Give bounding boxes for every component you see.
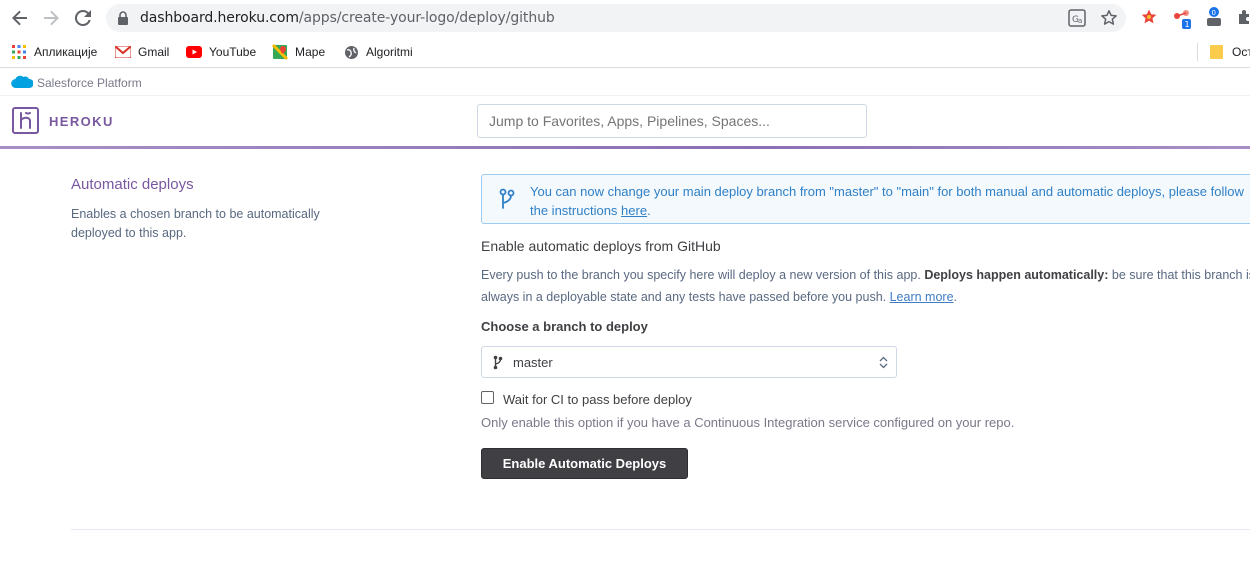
heroku-search-input[interactable]	[477, 104, 867, 138]
bookmark-label: Algoritmi	[366, 45, 413, 59]
salesforce-label: Salesforce Platform	[37, 76, 142, 90]
back-icon[interactable]	[8, 6, 32, 30]
section-description: Enables a chosen branch to be automatica…	[71, 207, 320, 240]
extension-profile-icon[interactable]: 0	[1204, 6, 1224, 26]
bookmark-maps[interactable]: Маре	[272, 42, 325, 62]
wait-for-ci-hint: Only enable this option if you have a Co…	[481, 415, 1015, 430]
maps-icon	[272, 44, 288, 60]
branch-select-value: master	[513, 355, 553, 370]
globe-icon	[343, 44, 359, 60]
bookmark-other[interactable]: Ост	[1209, 42, 1250, 62]
extension-share-icon[interactable]: 1	[1172, 8, 1192, 29]
forward-icon[interactable]	[39, 6, 63, 30]
bookmark-label: Ост	[1232, 45, 1250, 59]
bookmark-label: Апликације	[34, 45, 98, 59]
bookmark-algoritmi[interactable]: Algoritmi	[343, 42, 413, 62]
chevron-updown-icon	[879, 356, 888, 374]
enable-description: Every push to the branch you specify her…	[481, 268, 1250, 304]
lock-icon	[117, 11, 129, 30]
info-notice: You can now change your main deploy bran…	[481, 174, 1250, 224]
wait-for-ci-checkbox[interactable]	[481, 391, 494, 404]
svg-text:a: a	[1078, 17, 1082, 25]
svg-text:1: 1	[1185, 20, 1190, 29]
branch-select[interactable]: master	[481, 346, 897, 378]
address-bar[interactable]: dashboard.heroku.com/apps/create-your-lo…	[106, 4, 1126, 32]
section-divider	[71, 529, 1250, 530]
git-branch-icon	[493, 355, 503, 375]
extensions-puzzle-icon[interactable]	[1236, 8, 1250, 28]
reload-icon[interactable]	[71, 6, 95, 30]
bookmark-gmail[interactable]: Gmail	[115, 42, 169, 62]
bookmark-label: Маре	[295, 45, 326, 59]
youtube-icon	[186, 44, 202, 60]
git-branch-icon	[499, 188, 515, 215]
enable-automatic-deploys-button[interactable]: Enable Automatic Deploys	[481, 448, 688, 479]
section-title: Automatic deploys	[71, 176, 194, 193]
notice-text: You can now change your main deploy bran…	[530, 184, 1244, 218]
bookmark-apps[interactable]: Апликације	[11, 42, 97, 62]
folder-icon	[1209, 44, 1225, 60]
heroku-header: HEROKU	[0, 96, 1250, 148]
url-text[interactable]: dashboard.heroku.com/apps/create-your-lo…	[140, 10, 555, 26]
notice-here-link[interactable]: here	[621, 203, 647, 218]
header-accent-rule	[0, 146, 1250, 149]
extension-star-icon[interactable]	[1140, 8, 1160, 28]
browser-toolbar: dashboard.heroku.com/apps/create-your-lo…	[0, 0, 1250, 36]
salesforce-cloud-icon	[11, 74, 34, 94]
translate-icon[interactable]: Ga	[1068, 9, 1086, 27]
bookmarks-separator	[1197, 43, 1198, 61]
gmail-icon	[115, 44, 131, 60]
bookmark-star-icon[interactable]	[1100, 9, 1118, 27]
enable-title: Enable automatic deploys from GitHub	[481, 238, 721, 254]
learn-more-link[interactable]: Learn more	[890, 290, 954, 304]
heroku-logo-icon[interactable]	[12, 107, 39, 134]
wait-for-ci-label[interactable]: Wait for CI to pass before deploy	[503, 392, 692, 407]
apps-grid-icon	[11, 44, 27, 60]
branch-label: Choose a branch to deploy	[481, 319, 648, 334]
bookmark-label: YouTube	[209, 45, 257, 59]
bookmark-youtube[interactable]: YouTube	[186, 42, 256, 62]
heroku-wordmark[interactable]: HEROKU	[49, 114, 114, 129]
salesforce-bar: Salesforce Platform	[0, 69, 1250, 96]
bookmark-label: Gmail	[138, 45, 170, 59]
bookmarks-bar: Апликације Gmail YouTube Маре Algoritmi …	[0, 36, 1250, 68]
svg-text:0: 0	[1212, 9, 1216, 17]
